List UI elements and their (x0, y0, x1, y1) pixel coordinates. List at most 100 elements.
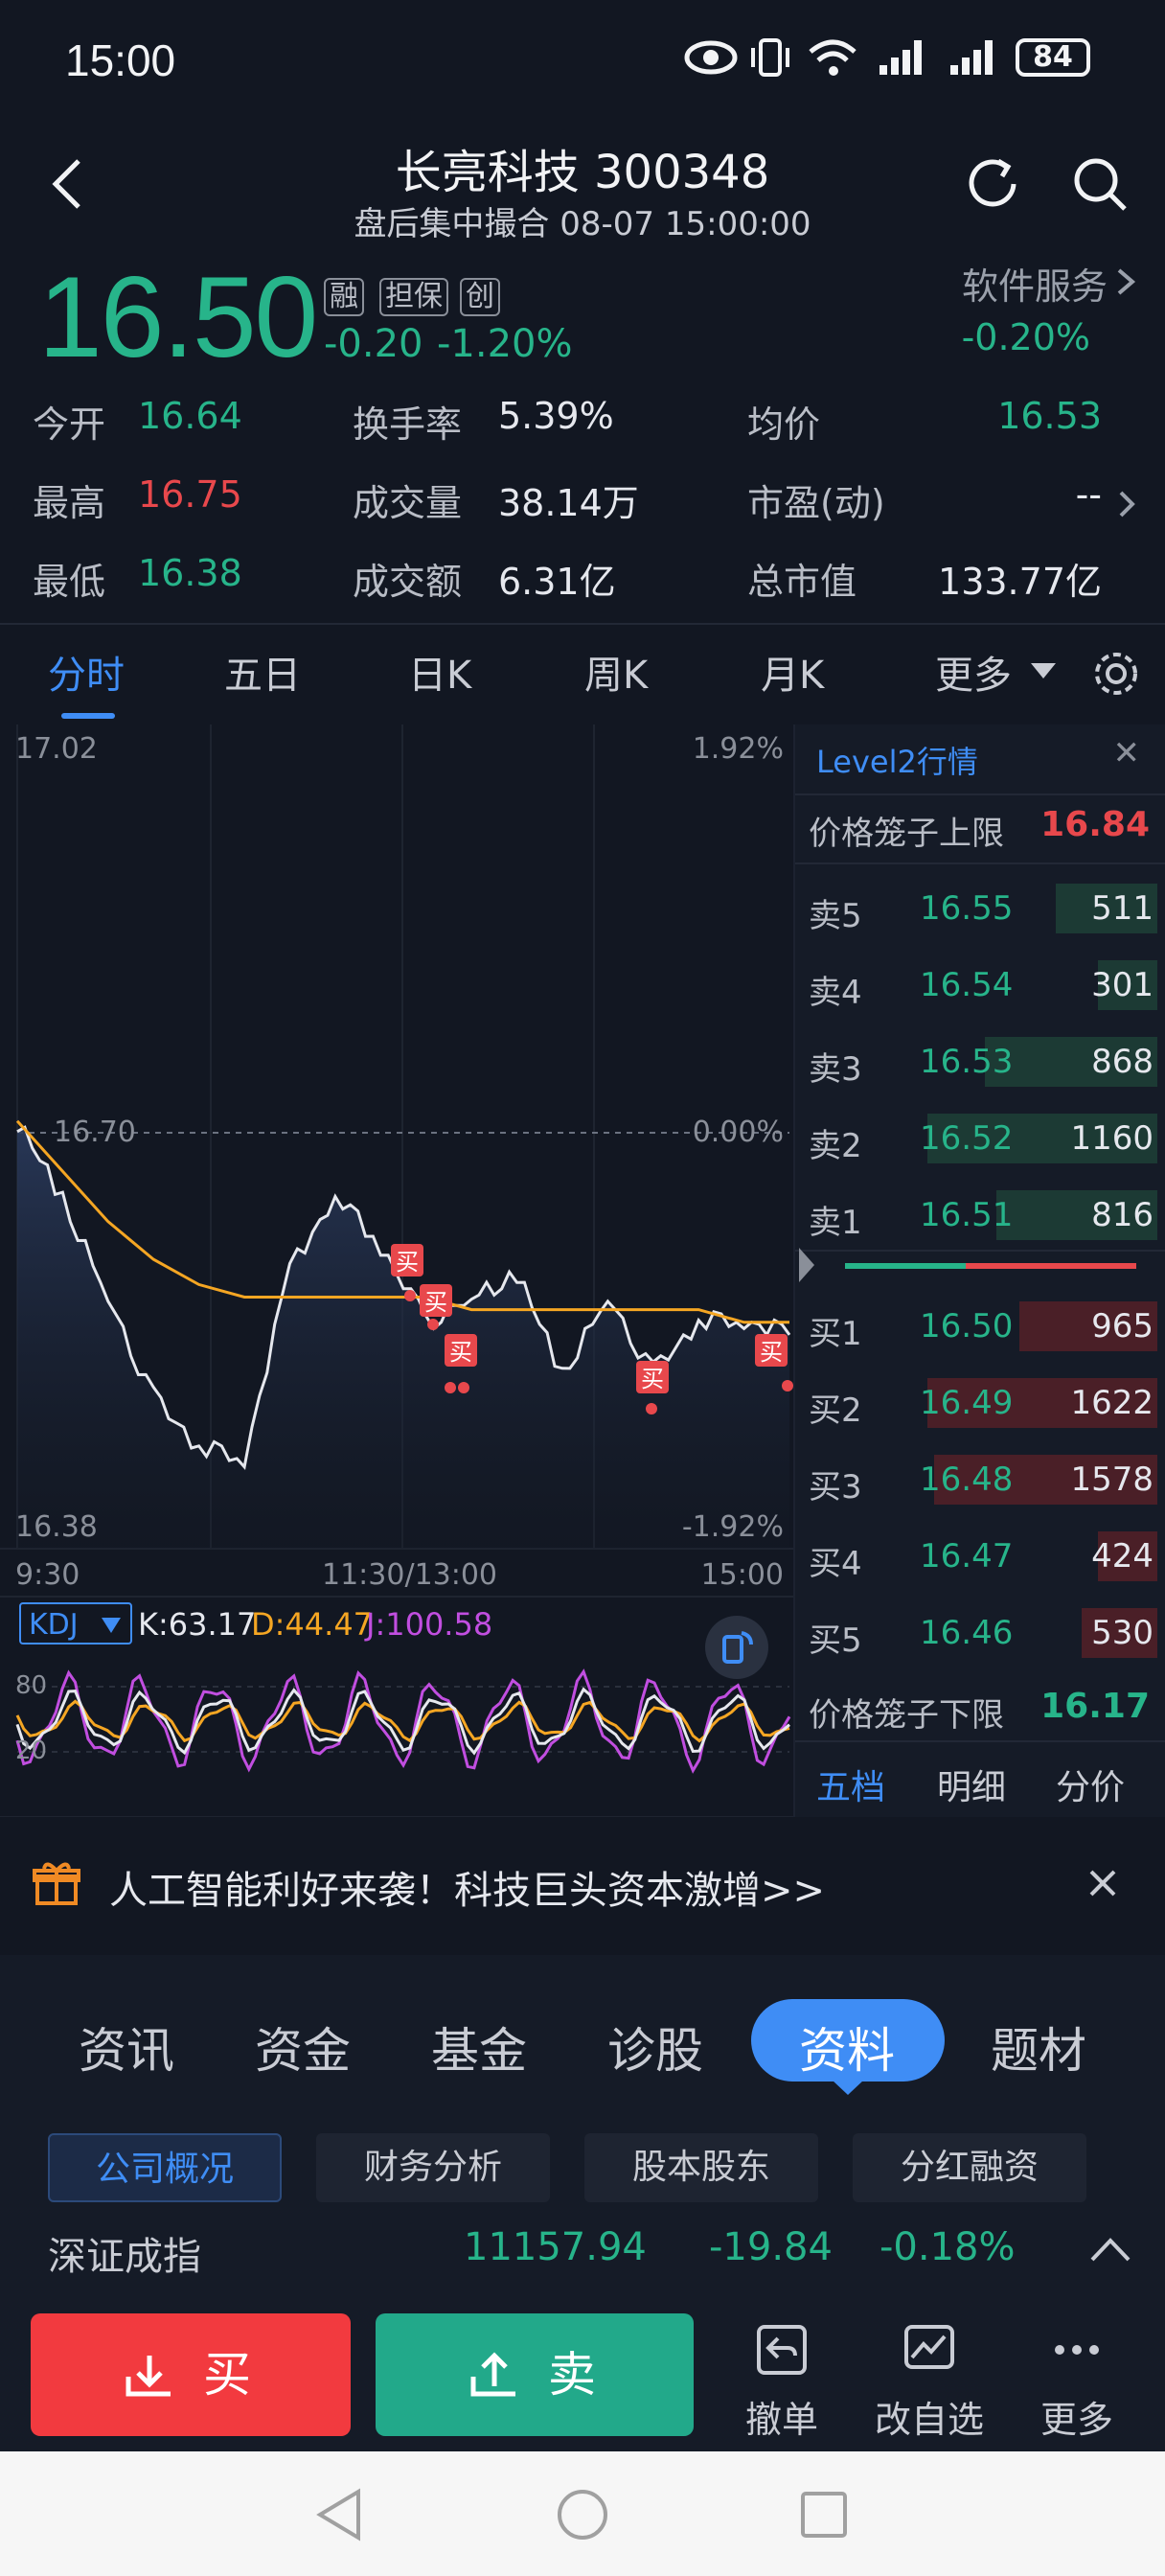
order-book-row[interactable]: 卖2 16.52 1160 (795, 1100, 1165, 1177)
more-button[interactable]: 更多 (1019, 2321, 1134, 2443)
order-level-volume: 1160 (1070, 1119, 1154, 1158)
tag-chinext: 创 (460, 278, 500, 316)
cancel-order-button[interactable]: 撤单 (724, 2321, 839, 2443)
buy-marker-label: 买 (424, 1289, 447, 1316)
subtab-company-overview[interactable]: 公司概况 (48, 2133, 282, 2202)
index-value: 11157.94 (464, 2225, 647, 2269)
buy-button[interactable]: 买 (31, 2313, 351, 2436)
order-book-row[interactable]: 买2 16.49 1622 (795, 1365, 1165, 1441)
order-book-row[interactable]: 卖5 16.55 511 (795, 870, 1165, 947)
settings-gear-icon[interactable] (1090, 648, 1142, 700)
buy-arrow-icon (126, 2356, 171, 2397)
order-book-row[interactable]: 买5 16.46 530 (795, 1595, 1165, 1671)
tab-themes[interactable]: 题材 (991, 2012, 1086, 2082)
level2-close-icon[interactable]: ✕ (1113, 734, 1141, 772)
stat-value: 5.39% (498, 395, 614, 437)
order-level-price: 16.48 (920, 1460, 1014, 1499)
tab-five-day[interactable]: 五日 (224, 644, 301, 700)
time-axis-mid: 11:30/13:00 (322, 1558, 498, 1592)
pill-pointer (832, 2080, 864, 2095)
kdj-d-value: D:44.47 (251, 1606, 374, 1643)
stat-value: 16.75 (138, 473, 242, 516)
more-dots-icon (1055, 2345, 1099, 2355)
divider (795, 1250, 1165, 1252)
order-level-price: 16.50 (920, 1307, 1014, 1346)
system-nav-bar (0, 2451, 1165, 2576)
tab-fund[interactable]: 基金 (431, 2012, 527, 2082)
promo-banner[interactable]: 人工智能利好来袭！科技巨头资本激增>> (0, 1830, 1165, 1936)
cancel-order-label: 撤单 (744, 2399, 818, 2441)
tab-capital[interactable]: 资金 (255, 2012, 351, 2082)
tab-more[interactable]: 更多 (935, 644, 1012, 700)
order-level-label: 卖2 (809, 1127, 862, 1165)
order-book-row[interactable]: 买3 16.48 1578 (795, 1441, 1165, 1518)
order-level-volume: 511 (1091, 889, 1154, 928)
status-bar: 15:00 84 (0, 0, 1165, 125)
order-level-label: 卖3 (809, 1050, 862, 1089)
tab-details[interactable]: 明细 (937, 1760, 1006, 1809)
chevron-up-icon[interactable] (1088, 2235, 1132, 2264)
refresh-icon[interactable] (962, 153, 1023, 215)
chevron-right-icon[interactable] (1113, 264, 1138, 299)
search-icon[interactable] (1069, 153, 1131, 215)
price-change: -0.20 (324, 322, 423, 366)
order-book-row[interactable]: 买1 16.50 965 (795, 1288, 1165, 1365)
order-level-volume: 1622 (1070, 1384, 1154, 1422)
tab-five-levels[interactable]: 五档 (816, 1760, 885, 1809)
price-axis-mid: 16.70 (54, 1116, 136, 1149)
level2-title[interactable]: Level2行情 (816, 738, 978, 782)
level2-tabs: 五档 明细 分价 (795, 1740, 1165, 1817)
trade-action-bar: 买 卖 撤单 改自选 更多 (0, 2298, 1165, 2451)
order-book-row[interactable]: 买4 16.47 424 (795, 1518, 1165, 1595)
sell-button[interactable]: 卖 (376, 2313, 694, 2436)
tab-news[interactable]: 资讯 (79, 2012, 174, 2082)
order-book-row[interactable]: 卖1 16.51 816 (795, 1177, 1165, 1254)
rotate-icon (722, 1631, 753, 1664)
order-level-label: 卖1 (809, 1204, 862, 1242)
subtab-shareholders[interactable]: 股本股东 (584, 2133, 818, 2202)
tab-monthly-k[interactable]: 月K (761, 644, 824, 700)
edit-watchlist-button[interactable]: 改自选 (872, 2321, 987, 2443)
signal-icon-2 (950, 40, 993, 75)
tab-intraday[interactable]: 分时 (48, 644, 125, 700)
sector-name[interactable]: 软件服务 (962, 257, 1108, 310)
vibrate-icon (751, 38, 789, 77)
tab-price-distribution[interactable]: 分价 (1056, 1760, 1125, 1809)
chart-tabs: 分时 五日 日K 周K 月K 更多 (0, 625, 1165, 721)
tab-diagnosis[interactable]: 诊股 (607, 2012, 703, 2082)
subtab-financial-analysis[interactable]: 财务分析 (316, 2133, 550, 2202)
caret-down-icon[interactable] (1029, 659, 1058, 682)
intraday-chart-panel[interactable]: 买 买 买 买 买 17.02 16.70 16.38 1.92% 0.00% … (0, 724, 793, 1817)
tab-profile[interactable]: 资料 (799, 2012, 895, 2082)
rotate-screen-button[interactable] (705, 1616, 768, 1679)
close-icon[interactable] (1088, 1869, 1117, 1898)
subtab-dividends[interactable]: 分红融资 (853, 2133, 1086, 2202)
order-level-label: 买5 (809, 1622, 862, 1660)
nav-recents-icon[interactable] (797, 2488, 851, 2542)
order-book-row[interactable]: 卖3 16.53 868 (795, 1024, 1165, 1100)
indicator-selector[interactable]: KDJ (19, 1602, 132, 1644)
price-change-pct: -1.20% (437, 322, 573, 366)
back-icon[interactable] (48, 155, 86, 213)
expand-triangle-icon[interactable] (795, 1244, 818, 1286)
order-book-row[interactable]: 卖4 16.54 301 (795, 947, 1165, 1024)
stat-value: 16.53 (997, 395, 1102, 437)
lower-limit-value: 16.17 (1040, 1687, 1150, 1726)
stat-value: 133.77亿 (938, 561, 1102, 603)
kdj-level-20: 20 (15, 1736, 48, 1765)
tab-weekly-k[interactable]: 周K (584, 644, 648, 700)
chevron-right-icon[interactable] (1115, 487, 1138, 521)
ratio-bar-sell (845, 1263, 966, 1269)
gift-icon (33, 1862, 80, 1905)
nav-home-icon[interactable] (554, 2486, 611, 2543)
index-ticker[interactable]: 深证成指 11157.94 -19.84 -0.18% (0, 2204, 1165, 2298)
page-title: 长亮科技 300348 (395, 146, 770, 199)
price-axis-bottom: 16.38 (15, 1510, 98, 1544)
stat-value: 16.38 (138, 552, 242, 594)
time-axis-start: 9:30 (15, 1558, 80, 1592)
upper-limit-label: 价格笼子上限 (809, 815, 1004, 853)
indicator-name: KDJ (29, 1608, 79, 1642)
tab-daily-k[interactable]: 日K (408, 644, 471, 700)
intraday-chart-svg: 买 买 买 买 买 (0, 724, 793, 1817)
nav-back-icon[interactable] (312, 2486, 366, 2543)
